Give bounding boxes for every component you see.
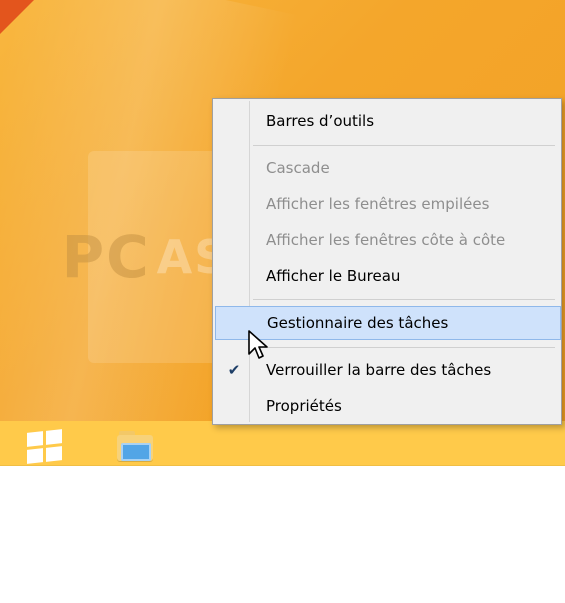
- menu-item-label: Gestionnaire des tâches: [267, 314, 449, 332]
- taskbar-context-menu[interactable]: Barres d’outils Cascade Afficher les fen…: [212, 98, 562, 425]
- menu-item-properties[interactable]: Propriétés: [215, 389, 561, 423]
- menu-item-label: Propriétés: [266, 397, 342, 415]
- watermark-main-text: PC: [61, 223, 151, 291]
- menu-item-label: Afficher le Bureau: [266, 267, 401, 285]
- taskbar[interactable]: [0, 421, 565, 466]
- menu-item-label: Verrouiller la barre des tâches: [266, 361, 492, 379]
- menu-item-label: Afficher les fenêtres côte à côte: [266, 231, 506, 249]
- menu-separator: [253, 299, 555, 300]
- menu-item-label: Barres d’outils: [266, 112, 375, 130]
- menu-item-show-side-by-side[interactable]: Afficher les fenêtres côte à côte: [215, 223, 561, 257]
- start-button[interactable]: [22, 427, 66, 465]
- menu-item-label: Afficher les fenêtres empilées: [266, 195, 490, 213]
- menu-item-show-desktop[interactable]: Afficher le Bureau: [215, 259, 561, 293]
- menu-item-label: Cascade: [266, 159, 330, 177]
- menu-separator: [253, 145, 555, 146]
- mouse-pointer-icon: [248, 330, 268, 359]
- menu-item-cascade[interactable]: Cascade: [215, 151, 561, 185]
- file-explorer-button[interactable]: [108, 425, 162, 467]
- file-explorer-icon: [115, 429, 155, 463]
- menu-item-toolbars[interactable]: Barres d’outils: [215, 104, 561, 138]
- desktop-corner-accent: [0, 0, 34, 34]
- checkmark-icon: ✔: [227, 361, 241, 379]
- windows-logo-icon: [26, 428, 62, 464]
- menu-item-show-stacked[interactable]: Afficher les fenêtres empilées: [215, 187, 561, 221]
- menu-separator: [253, 347, 555, 348]
